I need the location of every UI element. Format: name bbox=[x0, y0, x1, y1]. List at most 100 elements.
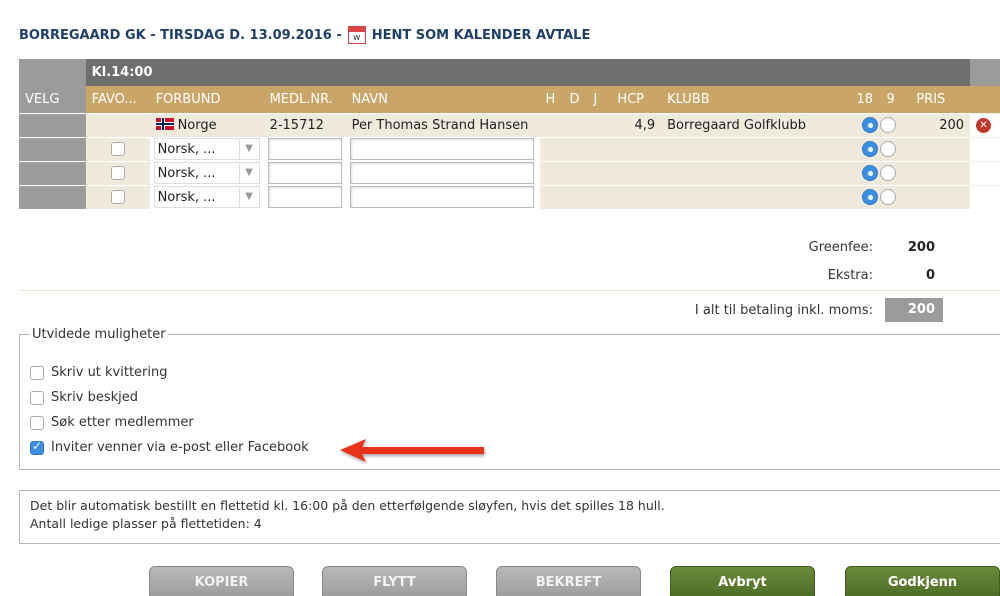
chevron-down-icon: ▼ bbox=[238, 139, 259, 159]
move-button[interactable]: FLYTT bbox=[322, 566, 467, 596]
forbund-select-value: Norsk, ... bbox=[157, 141, 216, 157]
greenfee-label: Greenfee: bbox=[808, 239, 873, 255]
col-velg[interactable]: VELG bbox=[19, 86, 86, 113]
holes-9-radio[interactable] bbox=[880, 141, 897, 157]
forbund-cell: Norsk, ... ▼ bbox=[149, 160, 264, 185]
holes-18-radio[interactable] bbox=[862, 189, 879, 206]
navn-value: Per Thomas Strand Hansen bbox=[345, 112, 540, 137]
col-klubb[interactable]: KLUBB bbox=[661, 86, 851, 113]
table-row: Norsk, ... ▼ bbox=[19, 184, 1000, 209]
medlnr-input[interactable] bbox=[267, 186, 342, 209]
navn-input[interactable] bbox=[349, 138, 534, 160]
export-calendar-link[interactable]: HENT SOM KALENDER AVTALE bbox=[372, 28, 591, 43]
forbund-select[interactable]: Norsk, ... ▼ bbox=[153, 138, 260, 160]
select-cell[interactable] bbox=[19, 184, 86, 209]
total-value: 200 bbox=[885, 298, 943, 322]
extended-options: Utvidede muligheter Skriv ut kvittering … bbox=[19, 327, 1000, 470]
info-line-1: Det blir automatisk bestillt en fletteti… bbox=[30, 498, 665, 513]
print-receipt-checkbox[interactable] bbox=[30, 365, 44, 380]
greenfee-value: 200 bbox=[907, 239, 935, 255]
red-arrow-annotation bbox=[340, 439, 484, 462]
column-header-row: VELG FAVO... FORBUND MEDL.NR. NAVN H D J… bbox=[19, 86, 1000, 113]
invite-friends-checkbox[interactable] bbox=[30, 439, 44, 455]
approve-button[interactable]: Godkjenn bbox=[845, 566, 1000, 596]
forbund-select[interactable]: Norsk, ... ▼ bbox=[153, 162, 260, 184]
favorite-checkbox[interactable] bbox=[110, 166, 125, 180]
holes-radio-group bbox=[850, 184, 911, 209]
navn-input[interactable] bbox=[349, 186, 534, 209]
col-favo[interactable]: FAVO... bbox=[85, 86, 150, 113]
ekstra-line: Ekstra: 0 bbox=[585, 262, 943, 288]
option-label: Inviter venner via e-post eller Facebook bbox=[51, 440, 309, 455]
table-row: Norsk, ... ▼ bbox=[19, 136, 1000, 161]
option-label: Skriv ut kvittering bbox=[51, 365, 168, 380]
holes-9-radio[interactable] bbox=[880, 165, 897, 181]
forbund-select-value: Norsk, ... bbox=[157, 189, 216, 205]
col-d[interactable]: D bbox=[563, 86, 588, 113]
holes-radio-group bbox=[850, 160, 911, 185]
favorite-cell bbox=[85, 136, 150, 161]
option-write-message[interactable]: Skriv beskjed bbox=[30, 385, 1000, 410]
write-message-checkbox[interactable] bbox=[30, 390, 44, 405]
col-h[interactable]: H bbox=[539, 86, 564, 113]
medlnr-input[interactable] bbox=[267, 138, 342, 160]
favorite-checkbox[interactable] bbox=[110, 190, 125, 205]
page-title: BORREGAARD GK - TIRSDAG D. 13.09.2016 - bbox=[19, 27, 342, 43]
option-search-members[interactable]: Søk etter medlemmer bbox=[30, 410, 1000, 435]
pris-value: 200 bbox=[910, 112, 971, 137]
option-label: Søk etter medlemmer bbox=[51, 415, 194, 430]
copy-button[interactable]: KOPIER bbox=[149, 566, 294, 596]
select-cell[interactable] bbox=[19, 112, 86, 137]
navn-cell bbox=[345, 160, 540, 185]
holes-9-radio[interactable] bbox=[880, 117, 897, 133]
calendar-icon[interactable]: w bbox=[347, 26, 366, 44]
klubb-value: Borregaard Golfklubb bbox=[661, 112, 851, 137]
option-invite-friends[interactable]: Inviter venner via e-post eller Facebook bbox=[30, 435, 1000, 460]
search-members-checkbox[interactable] bbox=[30, 415, 44, 430]
col-9[interactable]: 9 bbox=[880, 86, 911, 113]
select-cell[interactable] bbox=[19, 160, 86, 185]
time-spacer-end bbox=[970, 59, 1000, 86]
medlnr-cell bbox=[263, 184, 346, 209]
page-title-bar: BORREGAARD GK - TIRSDAG D. 13.09.2016 - … bbox=[19, 24, 590, 46]
confirm-button[interactable]: BEKREFT bbox=[496, 566, 641, 596]
chevron-down-icon: ▼ bbox=[238, 163, 259, 183]
delete-cell: ✕ bbox=[970, 112, 1000, 137]
medlnr-input[interactable] bbox=[267, 162, 342, 184]
hcp-value: 4,9 bbox=[611, 112, 662, 137]
holes-18-radio[interactable] bbox=[862, 141, 879, 157]
col-18[interactable]: 18 bbox=[850, 86, 881, 113]
total-label: I alt til betaling inkl. moms: bbox=[694, 302, 873, 318]
calendar-icon-letter: w bbox=[353, 33, 361, 43]
cancel-button[interactable]: Avbryt bbox=[670, 566, 815, 596]
forbund-cell: Norge bbox=[149, 112, 264, 137]
favorite-cell bbox=[85, 112, 150, 137]
navn-input[interactable] bbox=[349, 162, 534, 184]
col-pris[interactable]: PRIS bbox=[910, 86, 971, 113]
forbund-cell: Norsk, ... ▼ bbox=[149, 136, 264, 161]
medlnr-cell bbox=[263, 136, 346, 161]
col-extra bbox=[970, 86, 1000, 113]
col-j[interactable]: J bbox=[587, 86, 612, 113]
forbund-select[interactable]: Norsk, ... ▼ bbox=[153, 186, 260, 209]
info-box: Det blir automatisk bestillt en fletteti… bbox=[19, 490, 1000, 544]
greenfee-line: Greenfee: 200 bbox=[585, 234, 943, 260]
col-forbund[interactable]: FORBUND bbox=[149, 86, 264, 113]
medlnr-value: 2-15712 bbox=[263, 112, 346, 137]
select-cell[interactable] bbox=[19, 136, 86, 161]
ekstra-value: 0 bbox=[925, 267, 935, 283]
holes-9-radio[interactable] bbox=[880, 189, 897, 206]
holes-18-radio[interactable] bbox=[862, 165, 879, 181]
medlnr-cell bbox=[263, 160, 346, 185]
favorite-checkbox[interactable] bbox=[110, 142, 125, 156]
delete-player-icon[interactable]: ✕ bbox=[976, 117, 992, 133]
holes-18-radio[interactable] bbox=[862, 117, 879, 133]
options-list: Skriv ut kvittering Skriv beskjed Søk et… bbox=[30, 360, 1000, 460]
col-hcp[interactable]: HCP bbox=[611, 86, 662, 113]
col-navn[interactable]: NAVN bbox=[345, 86, 540, 113]
holes-radio-group bbox=[850, 136, 911, 161]
norway-flag-icon bbox=[155, 117, 174, 130]
option-print-receipt[interactable]: Skriv ut kvittering bbox=[30, 360, 1000, 385]
col-medlnr[interactable]: MEDL.NR. bbox=[263, 86, 346, 113]
table-row: Norsk, ... ▼ bbox=[19, 160, 1000, 185]
